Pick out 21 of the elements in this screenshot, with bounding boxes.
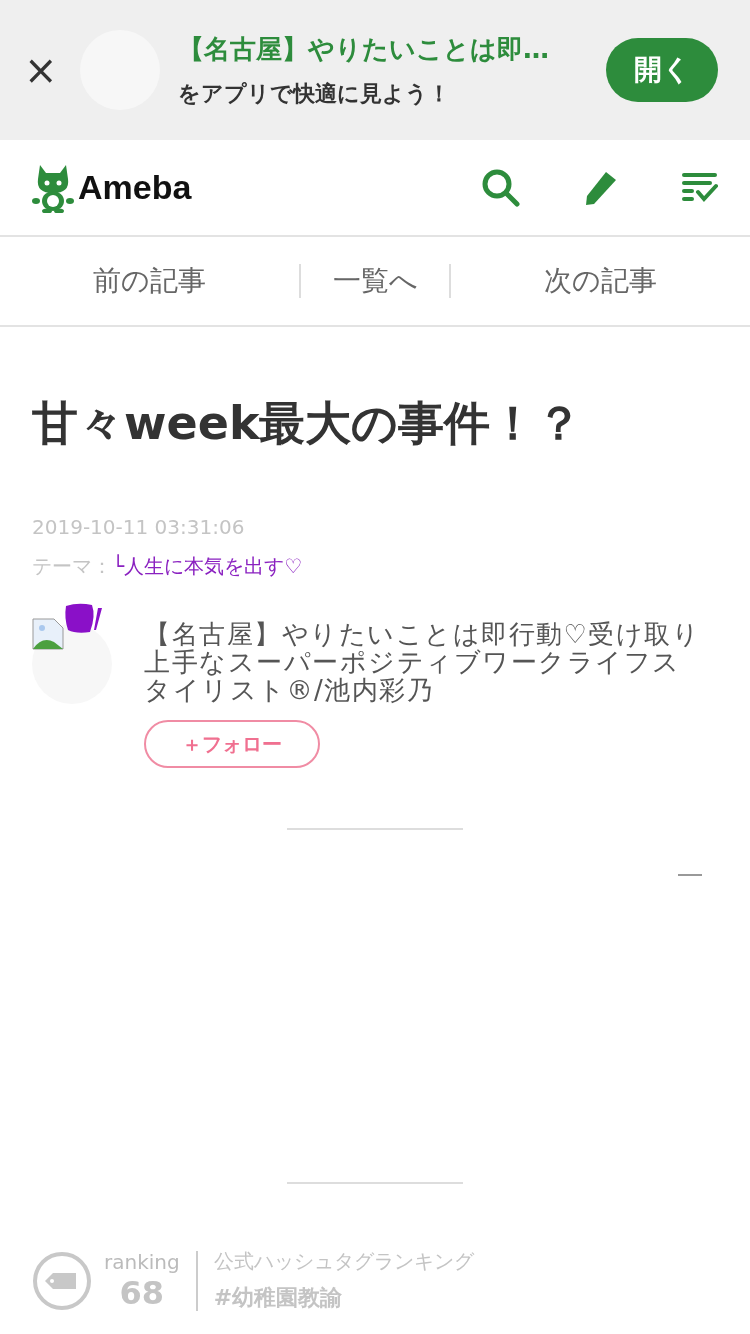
pencil-icon[interactable] bbox=[584, 169, 618, 206]
search-icon[interactable] bbox=[482, 168, 520, 207]
ranking-title: 公式ハッシュタグランキング bbox=[213, 1248, 474, 1275]
tag-icon bbox=[32, 1250, 92, 1311]
theme-link[interactable]: └人生に本気を出す♡ bbox=[112, 553, 302, 580]
article-nav-link[interactable]: 前の記事 bbox=[0, 262, 300, 300]
broken-image-icon bbox=[32, 618, 64, 650]
banner-subtitle: をアプリで快適に見よう！ bbox=[178, 79, 451, 108]
article-nav-link[interactable]: 次の記事 bbox=[450, 262, 750, 300]
author-name[interactable]: 【名古屋】やりたいことは即行動♡受け取り上手なスーパーポジティブワークライフスタイリスト®/池内彩乃 bbox=[144, 620, 704, 704]
open-button[interactable]: 開く bbox=[606, 38, 718, 102]
banner-title: 【名古屋】やりたいことは即… bbox=[178, 32, 550, 66]
theme-label: テーマ： bbox=[32, 553, 112, 580]
ranking-number: 68 bbox=[119, 1273, 165, 1312]
close-button[interactable]: × bbox=[24, 50, 56, 90]
article-nav-link[interactable]: 一覧へ bbox=[301, 262, 449, 300]
ranking-label: ranking bbox=[104, 1249, 180, 1274]
article-title: 甘々week最大の事件！？ bbox=[32, 395, 584, 452]
checklist-icon[interactable] bbox=[682, 171, 718, 204]
post-date: 2019-10-11 03:31:06 bbox=[32, 515, 246, 539]
ameba-logo[interactable]: Ameba bbox=[78, 168, 192, 207]
